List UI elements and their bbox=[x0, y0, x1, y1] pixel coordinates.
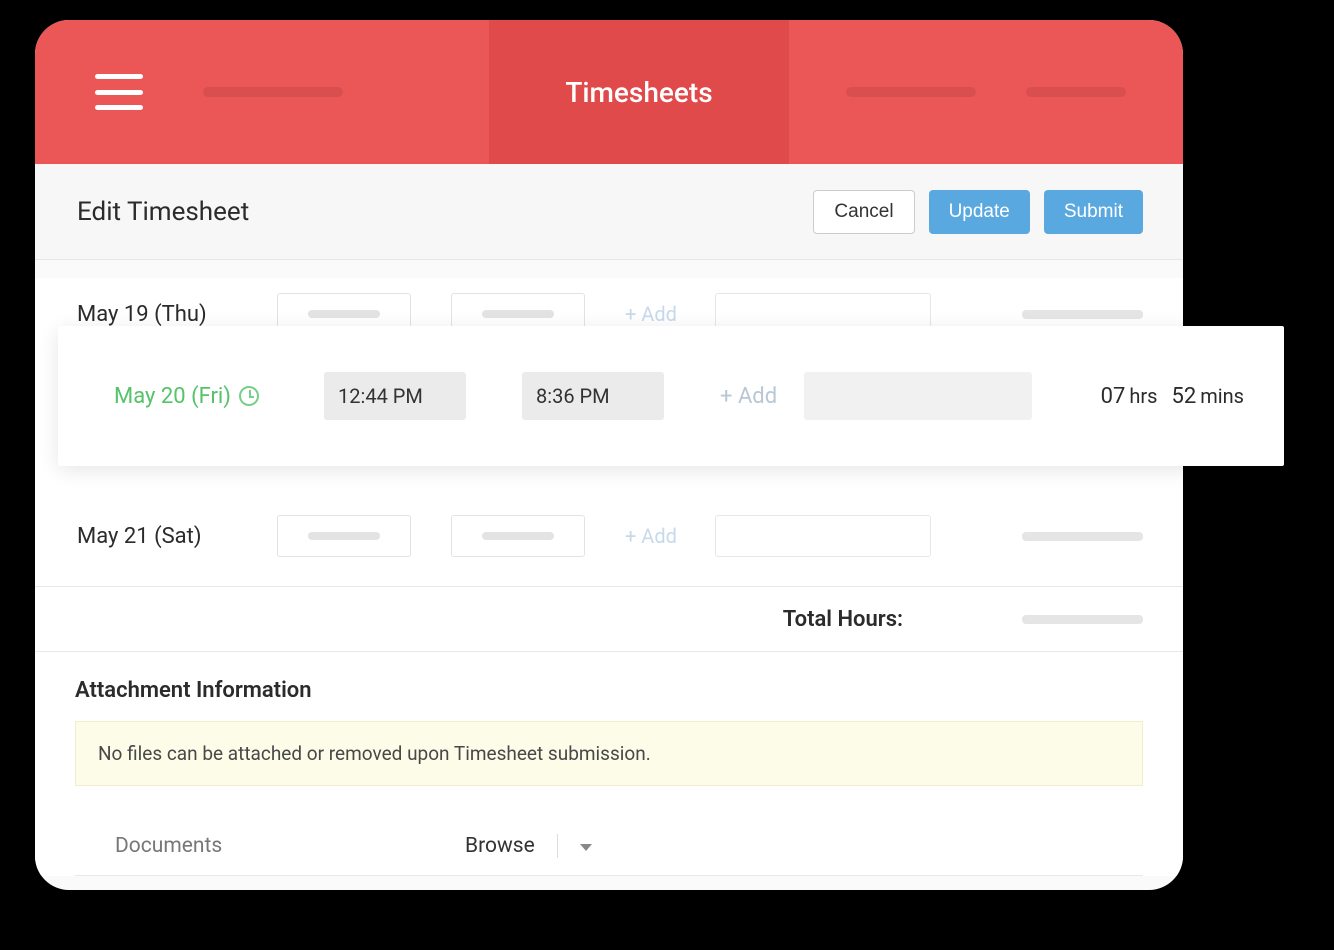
update-button[interactable]: Update bbox=[929, 190, 1030, 234]
add-entry-link[interactable]: + Add bbox=[625, 302, 695, 326]
day-label-text: May 20 (Fri) bbox=[114, 384, 231, 409]
day-label-active: May 20 (Fri) bbox=[114, 384, 324, 409]
timesheet-row-active: May 20 (Fri) 12:44 PM 8:36 PM + Add 07 h… bbox=[58, 326, 1284, 466]
hours-unit: hrs bbox=[1129, 384, 1157, 408]
topbar-right bbox=[789, 87, 1183, 97]
notes-input[interactable] bbox=[804, 372, 1032, 420]
nav-placeholder bbox=[1026, 87, 1126, 97]
end-time-input[interactable] bbox=[451, 515, 585, 557]
subheader-title: Edit Timesheet bbox=[77, 197, 249, 227]
clock-icon bbox=[239, 386, 259, 406]
documents-section: Documents Browse bbox=[35, 786, 1183, 876]
row-total-placeholder bbox=[1022, 532, 1143, 541]
timesheet-row: May 21 (Sat) + Add bbox=[35, 500, 1183, 572]
topbar-left bbox=[35, 74, 489, 110]
attachment-info-banner: No files can be attached or removed upon… bbox=[75, 721, 1143, 786]
cancel-button[interactable]: Cancel bbox=[813, 190, 914, 234]
page-title-tab[interactable]: Timesheets bbox=[489, 20, 789, 164]
totals-row: Total Hours: bbox=[35, 586, 1183, 652]
chevron-down-icon bbox=[580, 844, 592, 851]
mins-number: 52 bbox=[1171, 384, 1196, 409]
day-label: May 19 (Thu) bbox=[77, 302, 277, 327]
start-time-input[interactable]: 12:44 PM bbox=[324, 372, 466, 420]
mins-unit: mins bbox=[1200, 384, 1244, 408]
submit-button[interactable]: Submit bbox=[1044, 190, 1143, 234]
hamburger-menu-icon[interactable] bbox=[95, 74, 143, 110]
subheader: Edit Timesheet Cancel Update Submit bbox=[35, 164, 1183, 260]
end-time-input[interactable]: 8:36 PM bbox=[522, 372, 664, 420]
notes-input[interactable] bbox=[715, 515, 931, 557]
attachment-heading: Attachment Information bbox=[35, 652, 1183, 721]
row-total-placeholder bbox=[1022, 310, 1143, 319]
browse-button[interactable]: Browse bbox=[465, 834, 592, 858]
day-label: May 21 (Sat) bbox=[77, 524, 277, 549]
hours-number: 07 bbox=[1101, 384, 1126, 409]
add-entry-link[interactable]: + Add bbox=[720, 384, 790, 409]
totals-value-placeholder bbox=[1022, 615, 1143, 624]
documents-row: Documents Browse bbox=[75, 816, 1143, 876]
hours-display: 07 hrs 52 mins bbox=[1101, 384, 1244, 409]
add-entry-link[interactable]: + Add bbox=[625, 524, 695, 548]
browse-label: Browse bbox=[465, 834, 535, 858]
documents-label: Documents bbox=[115, 834, 465, 858]
totals-label: Total Hours: bbox=[783, 607, 903, 632]
nav-placeholder bbox=[846, 87, 976, 97]
page-title: Timesheets bbox=[565, 76, 712, 109]
divider bbox=[557, 834, 558, 858]
top-bar: Timesheets bbox=[35, 20, 1183, 164]
nav-placeholder bbox=[203, 87, 343, 97]
start-time-input[interactable] bbox=[277, 515, 411, 557]
action-buttons: Cancel Update Submit bbox=[813, 190, 1143, 234]
